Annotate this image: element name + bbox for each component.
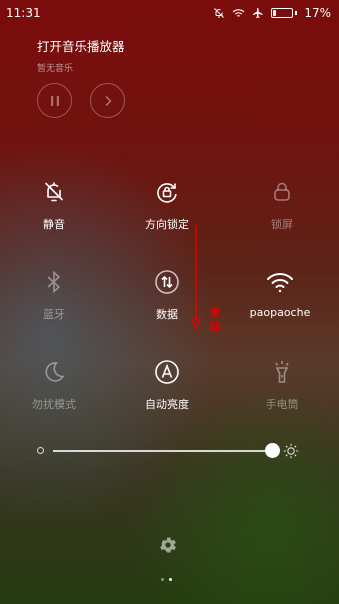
tile-lock-screen[interactable]: 锁屏 (237, 178, 327, 238)
music-widget[interactable]: 打开音乐播放器 暂无音乐 (37, 36, 125, 74)
music-controls (37, 83, 125, 118)
rotation-lock-icon (153, 178, 181, 206)
tile-mute[interactable]: 静音 (9, 178, 99, 238)
brightness-high-icon (283, 443, 299, 459)
music-subtitle: 暂无音乐 (37, 64, 74, 74)
tile-wifi[interactable]: paopaoche (235, 268, 325, 328)
status-icons: 17% (213, 6, 331, 20)
tile-label: 勿扰模式 (32, 398, 76, 411)
brightness-slider[interactable] (34, 440, 304, 462)
page-dot (161, 578, 164, 581)
status-time: 11:31 (6, 6, 41, 20)
settings-gear-icon[interactable] (158, 535, 178, 555)
status-bar: 11:31 17% (0, 0, 339, 26)
music-title[interactable]: 打开音乐播放器 (37, 36, 125, 55)
next-button[interactable] (90, 83, 125, 118)
tile-label: 自动亮度 (145, 398, 189, 411)
bell-off-icon (40, 178, 68, 206)
flashlight-icon (268, 358, 296, 386)
tile-label: 数据 (156, 308, 178, 321)
swipe-annotation-text: 滑动 (209, 306, 220, 333)
tile-label: 锁屏 (271, 218, 293, 231)
bluetooth-icon (40, 268, 68, 296)
pause-button[interactable] (37, 83, 72, 118)
tile-label: 方向锁定 (145, 218, 189, 231)
wifi-icon (232, 8, 245, 19)
brightness-thumb[interactable] (264, 443, 280, 458)
battery-fill (273, 10, 277, 16)
airplane-icon (252, 7, 264, 19)
page-indicator (161, 578, 172, 581)
battery-percent: 17% (304, 6, 331, 20)
tile-label: 蓝牙 (43, 308, 65, 321)
swipe-arrow-annotation (190, 225, 202, 331)
auto-brightness-icon (153, 358, 181, 386)
tile-label: paopaoche (249, 306, 311, 319)
tile-label: 静音 (43, 218, 65, 231)
brightness-low-icon (37, 447, 44, 454)
brightness-track[interactable] (53, 450, 274, 452)
tile-do-not-disturb[interactable]: 勿扰模式 (9, 358, 99, 418)
tile-flashlight[interactable]: 手电筒 (237, 358, 327, 418)
pause-icon (50, 95, 59, 106)
battery-icon (271, 8, 298, 18)
lock-icon (268, 178, 296, 206)
wifi-icon (266, 268, 294, 296)
moon-icon (40, 358, 68, 386)
next-icon (105, 95, 111, 106)
tile-bluetooth[interactable]: 蓝牙 (9, 268, 99, 328)
bell-off-icon (213, 7, 225, 19)
tile-auto-brightness[interactable]: 自动亮度 (122, 358, 212, 418)
page-dot (169, 578, 172, 581)
data-icon (153, 268, 181, 296)
tile-label: 手电筒 (265, 398, 299, 411)
